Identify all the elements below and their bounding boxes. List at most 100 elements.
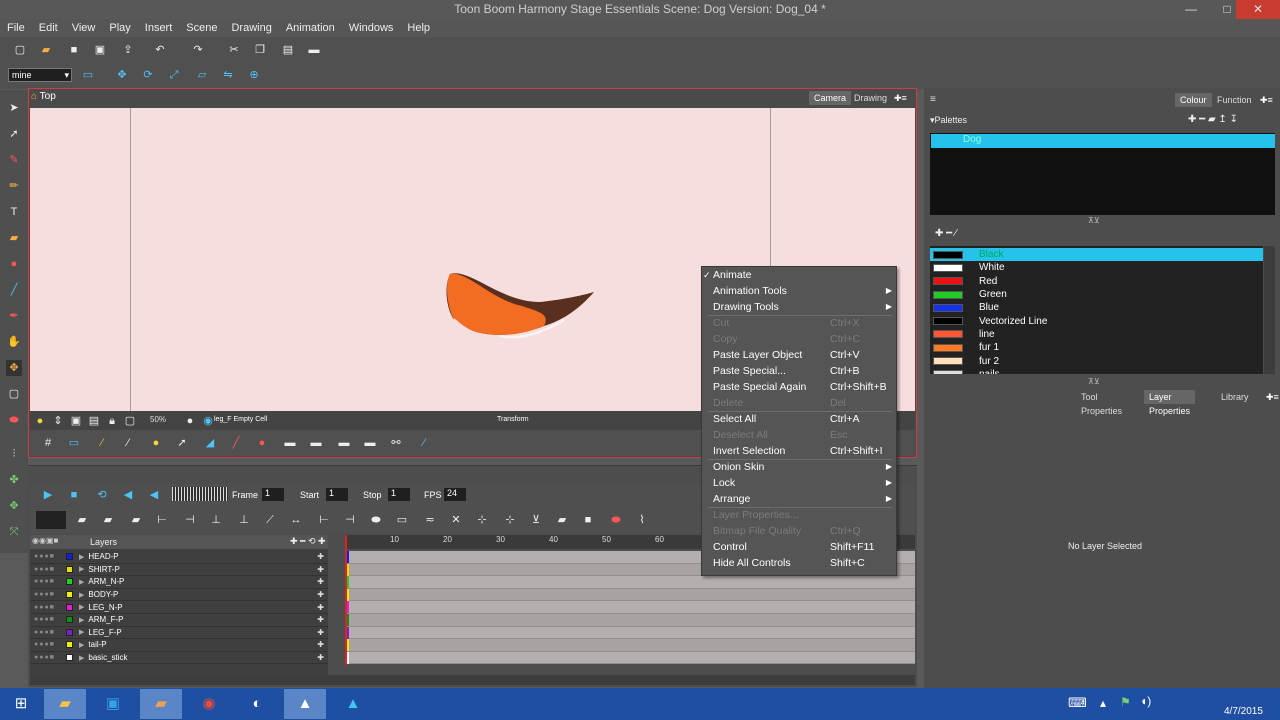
timeline-track[interactable] xyxy=(345,576,915,589)
add-child-icon[interactable]: ✚ xyxy=(317,653,324,662)
context-menu-item[interactable]: Paste Special... Ctrl+B xyxy=(702,363,898,379)
ruler-icon[interactable]: ▭ xyxy=(394,512,410,528)
layer-row[interactable]: ●●●■ ▶ LEG_F-P ✚ xyxy=(30,627,328,640)
cursor-icon[interactable]: ➚ xyxy=(174,435,190,451)
brush-icon[interactable]: ⁄ xyxy=(94,435,110,451)
taskbar-app-2[interactable]: ▣ xyxy=(92,689,134,719)
colour-item[interactable]: Blue xyxy=(930,301,1263,314)
zoom-level[interactable]: 50% xyxy=(150,415,166,424)
clock-date[interactable]: 4/7/2015 xyxy=(1224,706,1263,717)
add-child-icon[interactable]: ✚ xyxy=(317,603,324,612)
camera-icon[interactable]: ▬ xyxy=(306,42,322,58)
expand-icon[interactable]: ▶ xyxy=(79,591,84,599)
pencil-tool-icon[interactable]: ✏ xyxy=(6,178,22,194)
stop-field[interactable]: 1 xyxy=(388,488,410,501)
stamp-tool-icon[interactable]: ⬬ xyxy=(6,412,22,428)
add-layer-button[interactable]: ✚ ━ ⟲ ✚ xyxy=(290,536,326,547)
tab-tool-properties[interactable]: Tool Properties xyxy=(1076,390,1127,416)
sound-scrub-icon[interactable]: ◀ xyxy=(146,487,162,503)
deform-icon[interactable]: ⚯ xyxy=(388,435,404,451)
add-drawing-icon[interactable]: ▰ xyxy=(74,512,90,528)
timeline-track[interactable] xyxy=(345,651,915,665)
grid-icon[interactable]: # xyxy=(40,435,56,451)
expand-icon[interactable]: ▶ xyxy=(79,628,84,636)
keyboard-icon[interactable]: ⌨ xyxy=(1068,695,1087,711)
colour-actions-icon[interactable]: ✚ ━ ⁄ xyxy=(935,228,957,239)
transform-icon[interactable]: ⊕ xyxy=(246,67,262,83)
morph-tool-icon[interactable]: ⫶ xyxy=(6,446,22,462)
brush-tool-icon[interactable]: ✎ xyxy=(6,152,22,168)
skew-icon[interactable]: ▱ xyxy=(194,67,210,83)
taskbar-obs[interactable]: ◐ xyxy=(236,689,278,719)
grid-tool-icon[interactable]: ▢ xyxy=(6,386,22,402)
add-child-icon[interactable]: ✚ xyxy=(317,615,324,624)
tab-camera[interactable]: Camera xyxy=(809,91,852,105)
open-icon[interactable]: ▰ xyxy=(38,42,54,58)
context-menu-item[interactable]: Onion Skin ▶ xyxy=(702,459,898,475)
light-icon[interactable]: ● xyxy=(32,413,48,429)
expand-icon[interactable]: ▶ xyxy=(79,553,84,561)
colour-scrollbar[interactable] xyxy=(1264,246,1275,374)
layer-color-swatch[interactable] xyxy=(66,578,73,586)
align-left-icon[interactable]: ▬ xyxy=(282,435,298,451)
contour-tool-icon[interactable]: ➚ xyxy=(6,126,22,142)
layer-visibility-icon[interactable]: ●●●■ xyxy=(30,591,66,598)
expand-icon[interactable]: ▶ xyxy=(79,616,84,624)
layer-row[interactable]: ●●●■ ▶ basic_stick ✚ xyxy=(30,652,328,665)
fps-field[interactable]: 24 xyxy=(444,488,466,501)
record-icon[interactable]: ⬬ xyxy=(608,512,624,528)
context-menu-item[interactable]: Paste Layer Object Ctrl+V xyxy=(702,347,898,363)
timeline-track[interactable] xyxy=(345,588,915,602)
menu-drawing[interactable]: Drawing xyxy=(224,22,278,34)
layer-visibility-icon[interactable]: ●●●■ xyxy=(30,566,66,573)
extend-icon[interactable]: ↔ xyxy=(288,512,304,528)
pencil-icon[interactable]: ⁄ xyxy=(120,435,136,451)
clear-icon[interactable]: ⌇ xyxy=(634,512,650,528)
layer-color-swatch[interactable] xyxy=(66,591,73,599)
splitter-icon[interactable]: ⊼⊻ xyxy=(1088,216,1100,225)
paint-tool-icon[interactable]: ● xyxy=(6,256,22,272)
menu-file[interactable]: File xyxy=(0,22,32,34)
eraser-icon[interactable]: ╱ xyxy=(228,435,244,451)
tray-chevron-icon[interactable]: ▴ xyxy=(1100,696,1106,710)
expand-icon[interactable]: ▶ xyxy=(79,641,84,649)
taskbar-explorer[interactable]: ▰ xyxy=(44,689,86,719)
colour-item[interactable]: Red xyxy=(930,275,1263,288)
timeline-track[interactable] xyxy=(345,601,915,614)
add-child-icon[interactable]: ✚ xyxy=(317,552,324,561)
colour-item[interactable]: fur 1 xyxy=(930,341,1263,354)
insert-icon[interactable]: ⊣ xyxy=(342,512,358,528)
shift-icon[interactable]: ⊢ xyxy=(316,512,332,528)
volume-icon[interactable]: ◖) xyxy=(1140,694,1151,708)
redo-icon[interactable]: ↷ xyxy=(190,42,206,58)
taskbar-harmony[interactable]: ▲ xyxy=(284,689,326,719)
layer-row[interactable]: ●●●■ ▶ tail-P ✚ xyxy=(30,639,328,652)
keyframe-icon[interactable]: ⊢ xyxy=(154,512,170,528)
peg-tool-icon[interactable]: ✥ xyxy=(6,498,22,514)
eraser-tool-icon[interactable]: ▰ xyxy=(6,230,22,246)
save-as-icon[interactable]: ▣ xyxy=(92,42,108,58)
colour-item[interactable]: Vectorized Line xyxy=(930,315,1263,328)
menu-insert[interactable]: Insert xyxy=(138,22,180,34)
colour-item[interactable]: Green xyxy=(930,288,1263,301)
context-menu-item[interactable]: Animation Tools ▶ xyxy=(702,283,898,299)
move-icon[interactable]: ✥ xyxy=(114,67,130,83)
add-child-icon[interactable]: ✚ xyxy=(317,577,324,586)
palettes-header[interactable]: ▾Palettes xyxy=(930,115,967,126)
frame-field[interactable]: 1 xyxy=(262,488,284,501)
menu-windows[interactable]: Windows xyxy=(342,22,401,34)
colour-item[interactable]: nails xyxy=(930,368,1263,374)
paste-icon[interactable]: ▤ xyxy=(280,42,296,58)
layer-color-swatch[interactable] xyxy=(66,628,73,636)
stroke-icon[interactable]: ⁄ xyxy=(416,435,432,451)
tab-drawing[interactable]: Drawing xyxy=(849,91,892,105)
context-menu-item[interactable]: ✓ Animate xyxy=(702,267,898,283)
colour-item[interactable]: White xyxy=(930,261,1263,274)
layer-visibility-icon[interactable]: ●●●■ xyxy=(30,553,66,560)
layer-color-swatch[interactable] xyxy=(66,654,73,662)
expand-icon[interactable]: ▶ xyxy=(79,578,84,586)
taskbar-app-7[interactable]: ▲ xyxy=(332,689,374,719)
timeline-track[interactable] xyxy=(345,614,915,627)
timeline-track[interactable] xyxy=(345,626,915,640)
new-icon[interactable]: ▢ xyxy=(12,42,28,58)
